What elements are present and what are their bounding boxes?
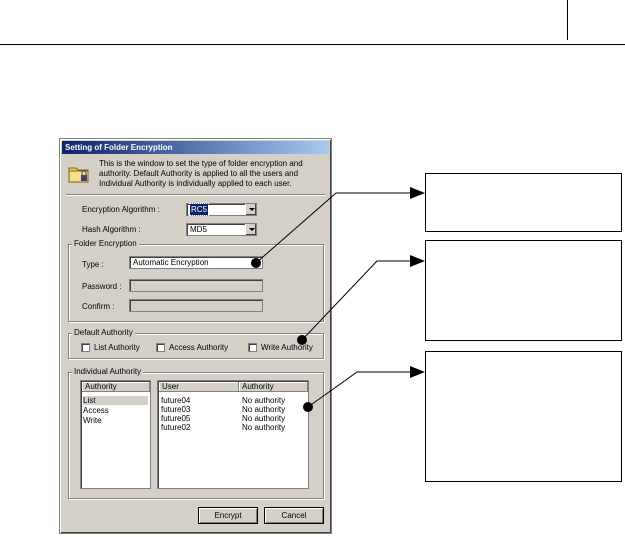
leader-line: [301, 260, 410, 341]
arrow-right-icon: [410, 255, 425, 267]
callout-leaders: [251, 187, 425, 412]
callout-dot: [251, 258, 261, 268]
callout-dot: [303, 402, 313, 412]
arrow-right-icon: [410, 187, 425, 199]
leader-line: [255, 192, 410, 264]
arrow-right-icon: [410, 366, 425, 378]
leader-line: [307, 371, 410, 408]
callout-dot: [297, 335, 307, 345]
